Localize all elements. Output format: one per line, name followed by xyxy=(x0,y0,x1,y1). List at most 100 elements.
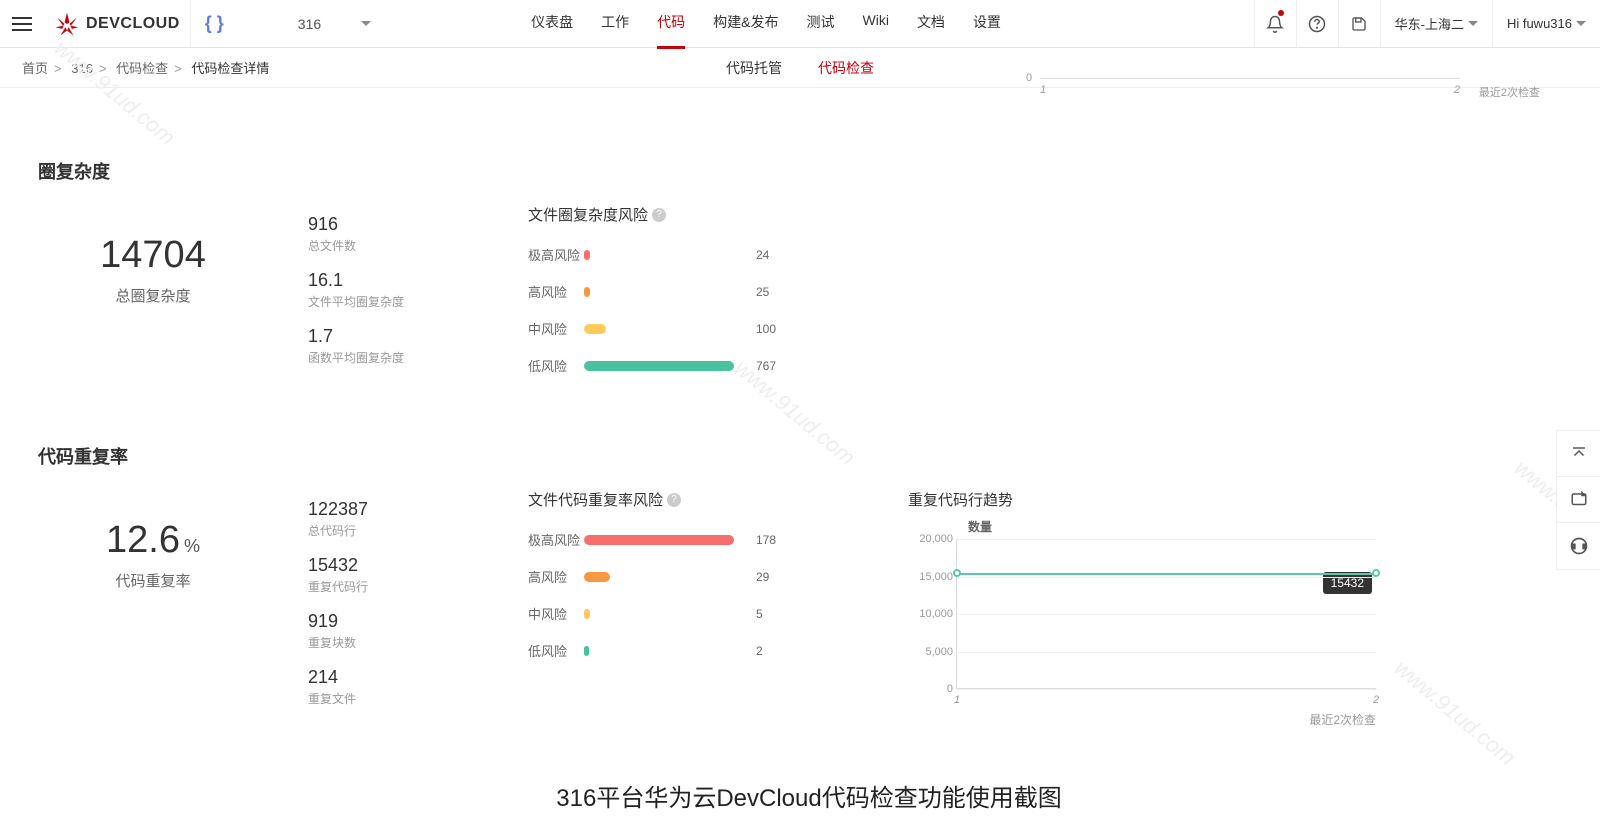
risk-count: 29 xyxy=(756,570,769,584)
risk-label: 极高风险 xyxy=(528,530,584,549)
section-title-cyclomatic: 圈复杂度 xyxy=(38,158,1580,184)
risk-label: 中风险 xyxy=(528,319,584,338)
info-icon[interactable]: ? xyxy=(652,208,666,222)
risk-label: 低风险 xyxy=(528,641,584,660)
x-tick: 2 xyxy=(1454,84,1460,96)
chart-point xyxy=(1372,569,1380,577)
metric-value: 214 xyxy=(308,667,488,688)
support-button[interactable] xyxy=(1557,523,1600,569)
sub-metrics-duplication: 122387总代码行 15432 重复代码行 919 重复块数 214 重复文件 xyxy=(308,489,488,723)
axis-caption: 最近2次检查 xyxy=(1479,84,1540,100)
help-icon[interactable] xyxy=(1296,0,1338,47)
y-tick: 0 xyxy=(1026,72,1032,84)
info-icon[interactable]: ? xyxy=(667,493,681,507)
chart-plot-area: 15432 05,00010,00015,00020,00012 xyxy=(956,539,1376,689)
risk-row: 低风险2 xyxy=(528,641,868,660)
nav-wiki[interactable]: Wiki xyxy=(863,0,889,49)
nav-build[interactable]: 构建&发布 xyxy=(713,0,778,49)
risk-label: 低风险 xyxy=(528,356,584,375)
metric-item: 16.1文件平均圈复杂度 xyxy=(308,270,488,310)
risk-row: 高风险29 xyxy=(528,567,868,586)
metric-label: 重复块数 xyxy=(308,634,488,651)
risk-count: 178 xyxy=(756,533,776,547)
risk-bar xyxy=(584,535,734,545)
metric-value: 16.1 xyxy=(308,270,488,291)
scroll-top-button[interactable] xyxy=(1557,431,1600,477)
subbar: 首页> 316> 代码检查> 代码检查详情 代码托管 代码检查 xyxy=(0,48,1600,88)
chart-title: 重复代码行趋势 xyxy=(908,489,1580,510)
nav-work[interactable]: 工作 xyxy=(601,0,629,49)
risk-count: 100 xyxy=(756,322,776,336)
y-tick: 15,000 xyxy=(909,571,953,583)
panel-duplication: 12.6% 代码重复率 122387总代码行 15432 重复代码行 919 重复块… xyxy=(38,489,1580,728)
nav-code[interactable]: 代码 xyxy=(657,0,685,49)
section-title-duplication: 代码重复率 xyxy=(38,443,1580,469)
risk-title: 文件代码重复率风险? xyxy=(528,489,868,510)
notifications-icon[interactable] xyxy=(1254,0,1296,47)
risk-count: 5 xyxy=(756,607,763,621)
risk-chart-cyclomatic: 文件圈复杂度风险? 极高风险24高风险25中风险100低风险767 xyxy=(528,204,868,393)
trend-chart: 重复代码行趋势 数量 15432 05,00010,00015,00020,00… xyxy=(908,489,1580,728)
topbar: DEVCLOUD { } 316 仪表盘 工作 代码 构建&发布 测试 Wiki… xyxy=(0,0,1600,48)
crumb-home[interactable]: 首页 xyxy=(22,61,48,76)
nav-test[interactable]: 测试 xyxy=(807,0,835,49)
risk-row: 极高风险24 xyxy=(528,245,868,264)
risk-row: 中风险5 xyxy=(528,604,868,623)
save-icon[interactable] xyxy=(1338,0,1380,47)
menu-icon[interactable] xyxy=(0,23,44,25)
sub-metrics-cyclomatic: 916总文件数 16.1文件平均圈复杂度 1.7函数平均圈复杂度 xyxy=(308,204,488,382)
crumb-codecheck[interactable]: 代码检查 xyxy=(116,61,168,76)
risk-count: 24 xyxy=(756,248,769,262)
nav-settings[interactable]: 设置 xyxy=(973,0,1001,49)
user-menu[interactable]: Hi fuwu316 xyxy=(1492,0,1600,47)
nav-docs[interactable]: 文档 xyxy=(917,0,945,49)
metric-value: 12.6 xyxy=(106,519,180,561)
risk-title-text: 文件代码重复率风险 xyxy=(528,489,663,510)
risk-bar xyxy=(584,287,590,297)
metric-label: 总文件数 xyxy=(308,237,488,254)
metric-unit: % xyxy=(184,536,200,556)
chevron-down-icon xyxy=(1468,21,1478,26)
metric-item: 916总文件数 xyxy=(308,214,488,254)
region-selector[interactable]: 华东-上海二 xyxy=(1380,0,1492,47)
metric-label: 代码重复率 xyxy=(38,570,268,591)
project-selector[interactable]: 316 xyxy=(238,16,411,32)
metric-dup-rate: 12.6% 代码重复率 xyxy=(38,489,268,591)
metric-label: 总圈复杂度 xyxy=(38,285,268,306)
top-chart-fragment: 0 1 2 最近2次检查 xyxy=(1040,78,1460,79)
risk-bar xyxy=(584,324,606,334)
project-name: 316 xyxy=(298,16,321,32)
metric-label: 重复文件 xyxy=(308,690,488,707)
metric-label: 函数平均圈复杂度 xyxy=(308,349,488,366)
risk-bar xyxy=(584,646,589,656)
metric-item: 214 重复文件 xyxy=(308,667,488,707)
feedback-button[interactable] xyxy=(1557,477,1600,523)
risk-title: 文件圈复杂度风险? xyxy=(528,204,868,225)
page-caption: 316平台华为云DevCloud代码检查功能使用截图 xyxy=(38,778,1580,813)
axis-caption: 最近2次检查 xyxy=(956,711,1376,728)
subtab-repo[interactable]: 代码托管 xyxy=(726,58,782,78)
x-tick: 1 xyxy=(954,694,960,706)
breadcrumb: 首页> 316> 代码检查> 代码检查详情 xyxy=(22,58,269,77)
metric-value: 15432 xyxy=(308,555,488,576)
crumb-project[interactable]: 316 xyxy=(71,61,93,76)
float-toolbar xyxy=(1556,430,1600,570)
chevron-down-icon xyxy=(1576,21,1586,26)
top-right: 华东-上海二 Hi fuwu316 xyxy=(1254,0,1600,47)
metric-value: 919 xyxy=(308,611,488,632)
crumb-current: 代码检查详情 xyxy=(191,61,269,76)
brand-logo[interactable]: DEVCLOUD xyxy=(44,0,191,47)
nav-dashboard[interactable]: 仪表盘 xyxy=(531,0,573,49)
metric-label: 重复代码行 xyxy=(308,578,488,595)
metric-value: 122387 xyxy=(308,499,488,520)
subtab-codecheck[interactable]: 代码检查 xyxy=(818,58,874,78)
risk-row: 极高风险 178 xyxy=(528,530,868,549)
risk-label: 高风险 xyxy=(528,282,584,301)
risk-bar xyxy=(584,572,610,582)
risk-bar xyxy=(584,361,734,371)
risk-count: 767 xyxy=(756,359,776,373)
metric-item: 919 重复块数 xyxy=(308,611,488,651)
x-tick: 2 xyxy=(1373,694,1379,706)
code-braces-icon[interactable]: { } xyxy=(191,13,238,34)
metric-item: 122387总代码行 xyxy=(308,499,488,539)
